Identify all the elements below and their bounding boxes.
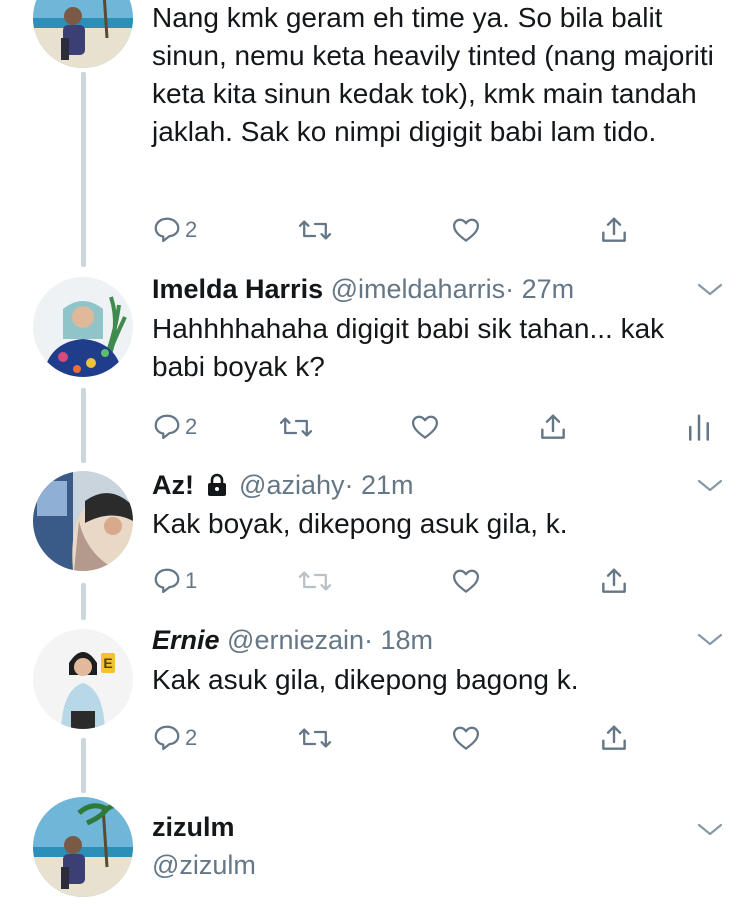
share-icon [602, 217, 626, 242]
share-button[interactable] [598, 718, 630, 758]
user-handle[interactable]: @aziahy [239, 470, 344, 500]
tweet[interactable]: E Ernie @erniezain· 18m Kak asuk gila, d… [0, 612, 750, 782]
timestamp[interactable]: · 21m [345, 470, 414, 500]
tweet-text: Kak boyak, dikepong asuk gila, k. [152, 508, 568, 539]
lock-icon [207, 473, 226, 496]
reply-icon [154, 217, 180, 243]
retweet-icon [298, 571, 332, 591]
reply-button[interactable]: 1 [152, 561, 197, 601]
tweet-actions: 2 [152, 407, 722, 447]
analytics-icon [689, 414, 709, 441]
chevron-down-icon[interactable] [697, 478, 723, 494]
like-button[interactable] [450, 718, 482, 758]
reply-count: 2 [185, 725, 198, 750]
chevron-down-icon[interactable] [697, 632, 723, 648]
display-name[interactable]: Ernie [152, 625, 220, 655]
retweet-icon [298, 220, 332, 240]
tweet-actions: 2 [152, 210, 632, 250]
tweet[interactable]: Imelda Harris @imeldaharris· 27m Hahhhha… [0, 262, 750, 462]
tweet-header: Ernie @erniezain· 18m [152, 623, 433, 657]
retweet-icon [298, 728, 332, 748]
reply-icon [154, 414, 180, 440]
tweet-header: zizulm [152, 810, 235, 844]
display-name[interactable]: Az! [152, 470, 194, 500]
avatar[interactable] [33, 797, 133, 897]
reply-button[interactable]: 2 [152, 210, 197, 250]
like-button[interactable] [409, 407, 441, 447]
tweet-text: Kak asuk gila, dikepong bagong k. [152, 664, 579, 695]
tweet[interactable]: Az! @aziahy· 21m Kak boyak, dikepong asu… [0, 462, 750, 612]
tweet[interactable]: Nang kmk geram eh time ya. So bila balit… [0, 0, 750, 262]
timestamp[interactable]: · 18m [364, 625, 433, 655]
tweet[interactable]: zizulm @zizulm [0, 782, 750, 921]
tweet-actions: 2 [152, 718, 632, 758]
reply-button[interactable]: 2 [152, 718, 197, 758]
tweet-header: Imelda Harris @imeldaharris· 27m [152, 272, 574, 306]
retweet-button [297, 561, 333, 601]
share-button[interactable] [537, 407, 569, 447]
share-icon [602, 568, 626, 593]
reply-count: 2 [185, 217, 198, 242]
share-icon [602, 725, 626, 750]
svg-text:E: E [103, 655, 112, 671]
tweet-text: Nang kmk geram eh time ya. So bila balit… [152, 2, 714, 147]
share-button[interactable] [598, 561, 630, 601]
share-icon [541, 414, 565, 439]
avatar[interactable] [33, 471, 133, 571]
tweet-header: Az! @aziahy· 21m [152, 468, 414, 502]
retweet-button[interactable] [297, 718, 333, 758]
tweet-text: Hahhhhahaha digigit babi sik tahan... ka… [152, 313, 665, 382]
like-button[interactable] [450, 561, 482, 601]
retweet-button[interactable] [278, 407, 314, 447]
retweet-button[interactable] [297, 210, 333, 250]
user-handle[interactable]: @erniezain [227, 625, 364, 655]
avatar[interactable]: E [33, 629, 133, 729]
avatar[interactable] [33, 277, 133, 377]
user-handle[interactable]: @imeldaharris [331, 274, 505, 304]
user-handle-line: @zizulm [152, 848, 256, 882]
user-handle[interactable]: @zizulm [152, 850, 256, 880]
display-name[interactable]: Imelda Harris [152, 274, 323, 304]
reply-count: 2 [185, 414, 198, 439]
like-button[interactable] [450, 210, 482, 250]
share-button[interactable] [598, 210, 630, 250]
heart-icon [453, 218, 479, 242]
tweet-actions: 1 [152, 561, 632, 601]
heart-icon [412, 415, 438, 439]
reply-button[interactable]: 2 [152, 407, 197, 447]
chevron-down-icon[interactable] [697, 822, 723, 838]
heart-icon [453, 569, 479, 593]
avatar[interactable] [33, 0, 133, 68]
display-name[interactable]: zizulm [152, 812, 235, 842]
reply-count: 1 [185, 568, 198, 593]
reply-icon [154, 568, 180, 594]
chevron-down-icon[interactable] [697, 282, 723, 298]
reply-icon [154, 725, 180, 751]
heart-icon [453, 726, 479, 750]
timestamp[interactable]: · 27m [505, 274, 574, 304]
retweet-icon [279, 417, 313, 437]
analytics-button[interactable] [686, 407, 712, 447]
